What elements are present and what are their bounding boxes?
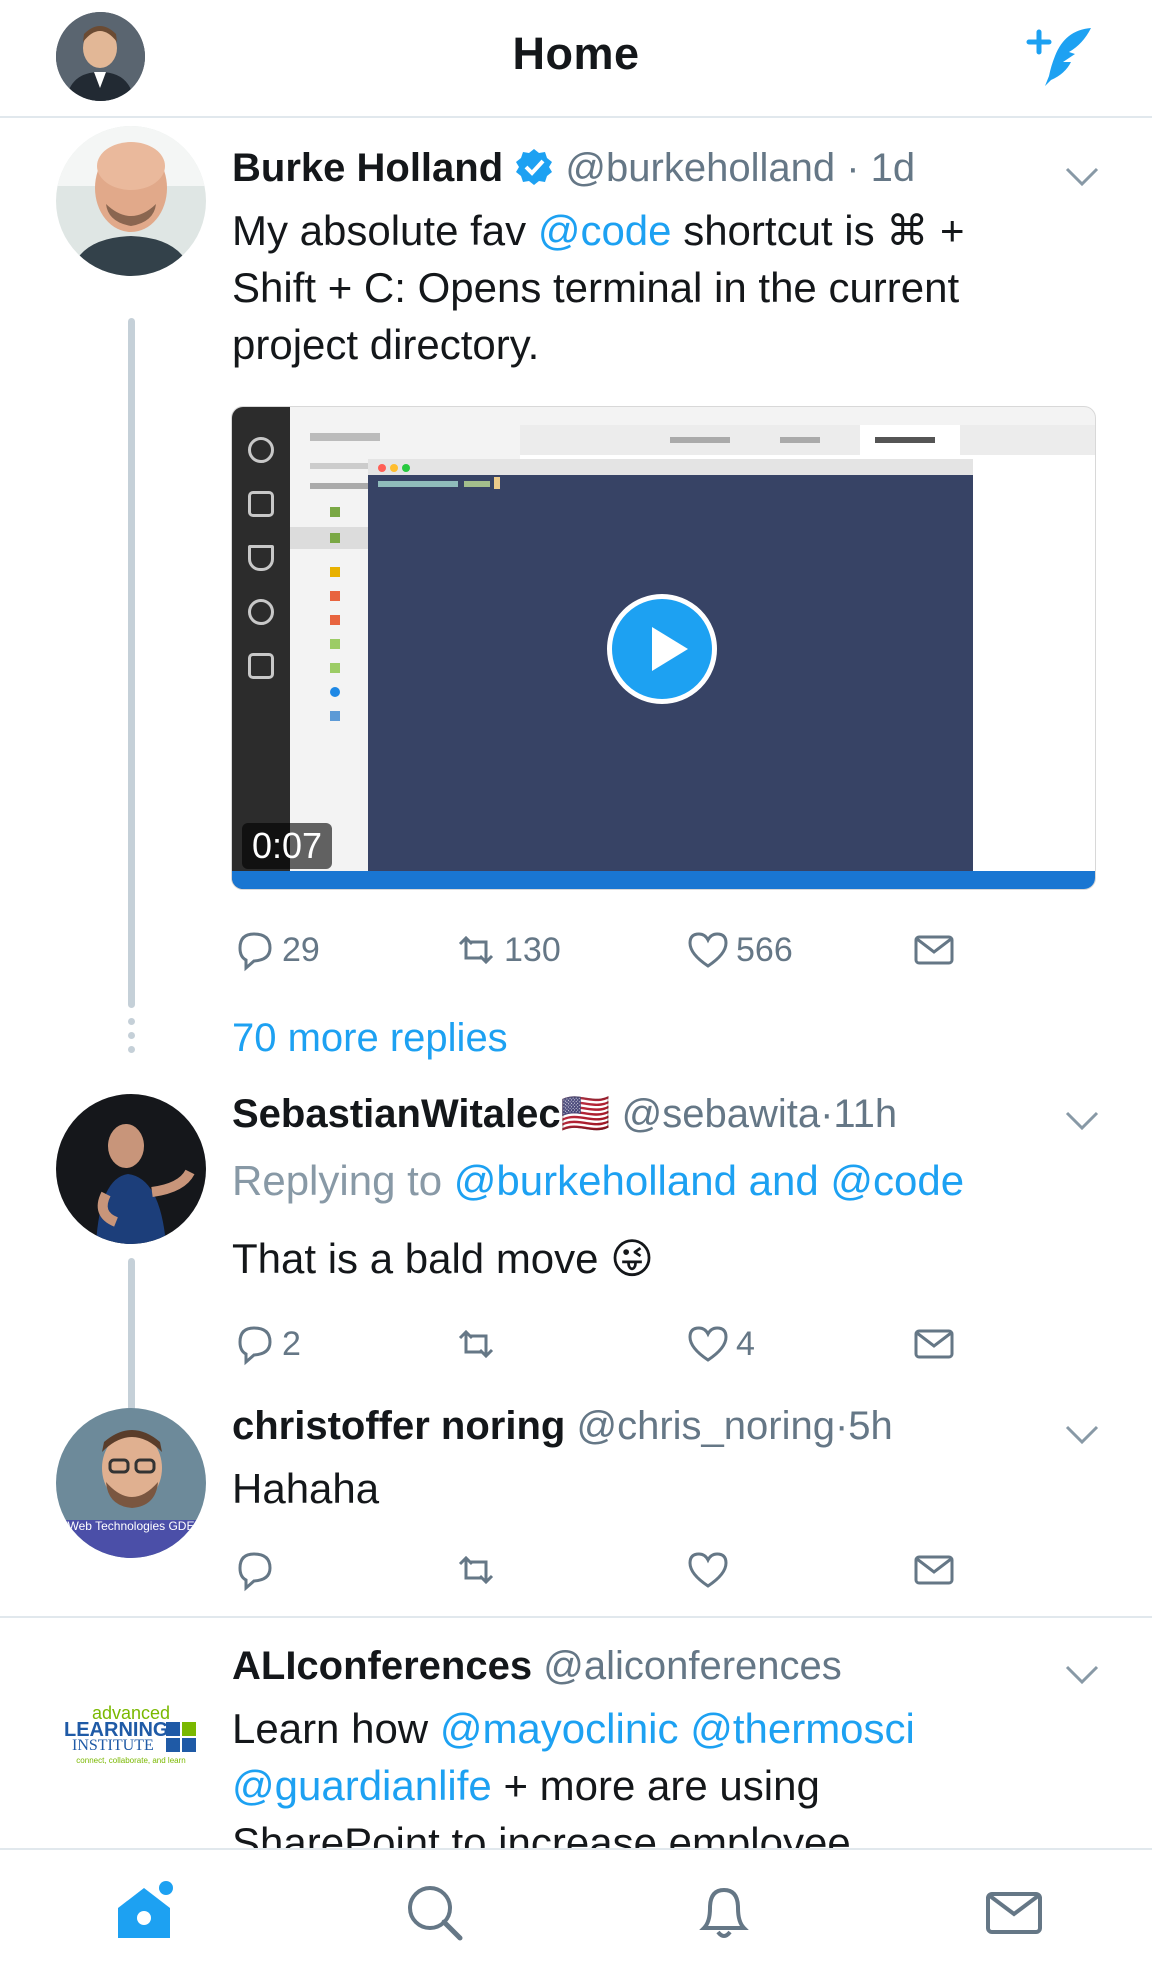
- like-button[interactable]: 4: [686, 1320, 755, 1368]
- author-name[interactable]: Burke Holland: [232, 146, 503, 190]
- heart-icon: [688, 1552, 728, 1588]
- reply-button[interactable]: 29: [232, 926, 320, 974]
- author-name[interactable]: christoffer noring: [232, 1404, 565, 1448]
- search-icon[interactable]: [402, 1880, 466, 1944]
- heart-icon: [688, 1326, 728, 1362]
- reply-button[interactable]: [232, 1546, 282, 1594]
- top-header: Home: [0, 0, 1152, 118]
- tweet-text: Hahaha: [232, 1465, 380, 1512]
- author-handle[interactable]: @sebawita: [622, 1092, 820, 1136]
- bottom-tab-bar: [0, 1848, 1152, 1988]
- avatar-christoffer-noring[interactable]: Web Technologies GDE: [56, 1408, 206, 1558]
- verified-badge-icon: [516, 149, 553, 185]
- avatar-burke-holland[interactable]: [56, 126, 206, 276]
- like-button[interactable]: [686, 1546, 736, 1594]
- heart-icon: [688, 932, 728, 968]
- like-button[interactable]: 566: [686, 926, 793, 974]
- reply-icon: [238, 932, 272, 972]
- separator-dot: ·: [820, 1092, 834, 1136]
- reply-button[interactable]: 2: [232, 1320, 301, 1368]
- mention-link[interactable]: @code: [538, 207, 672, 254]
- mention-link[interactable]: @guardianlife: [232, 1762, 492, 1809]
- mention-link[interactable]: @thermosci: [690, 1705, 915, 1752]
- play-icon[interactable]: [607, 594, 717, 704]
- tweet-header: ALIconferences @aliconferences: [232, 1644, 842, 1689]
- tweet-actions: 29 130 566: [232, 926, 992, 974]
- home-icon[interactable]: [112, 1880, 176, 1944]
- share-button[interactable]: [912, 1320, 962, 1368]
- messages-icon[interactable]: [982, 1880, 1046, 1944]
- reply-icon: [238, 1552, 272, 1592]
- avatar-sebastian-witalec[interactable]: [56, 1094, 206, 1244]
- tweet-actions: [232, 1546, 992, 1594]
- video-preview[interactable]: 0:07: [231, 406, 1096, 890]
- retweet-count: 130: [504, 930, 561, 969]
- author-handle[interactable]: @chris_noring: [576, 1404, 835, 1448]
- reply-icon: [238, 1326, 272, 1366]
- chevron-down-icon[interactable]: [1064, 1424, 1100, 1446]
- reply-count: 29: [282, 930, 320, 969]
- reply-count: 2: [282, 1324, 301, 1363]
- tweet-header: Burke Holland @burkeholland · 1d: [232, 146, 915, 191]
- timeline[interactable]: Burke Holland @burkeholland · 1d My abso…: [0, 118, 1152, 1848]
- separator-dot: ·: [846, 146, 860, 190]
- replying-to-link[interactable]: @burkeholland and @code: [454, 1157, 964, 1204]
- retweet-button[interactable]: 130: [454, 926, 561, 974]
- chevron-down-icon[interactable]: [1064, 166, 1100, 188]
- tweet-divider: [0, 1616, 1152, 1618]
- tweet-header: SebastianWitalec🇺🇸 @sebawita·11h: [232, 1090, 897, 1137]
- envelope-icon: [914, 935, 954, 965]
- like-count: 4: [736, 1324, 755, 1363]
- tweet-text: That is a bald move 😜: [232, 1235, 654, 1282]
- envelope-icon: [914, 1555, 954, 1585]
- compose-tweet-icon[interactable]: [1025, 24, 1097, 90]
- author-handle[interactable]: @aliconferences: [543, 1644, 842, 1688]
- envelope-icon: [914, 1329, 954, 1359]
- editor-statusbar: [232, 871, 1095, 889]
- avatar-aliconferences[interactable]: advanced LEARNING INSTITUTE connect, col…: [56, 1664, 206, 1814]
- retweet-icon: [458, 1329, 494, 1359]
- share-button[interactable]: [912, 1546, 962, 1594]
- chevron-down-icon[interactable]: [1064, 1664, 1100, 1686]
- notifications-icon[interactable]: [692, 1880, 756, 1944]
- retweet-button[interactable]: [454, 1546, 504, 1594]
- mention-link[interactable]: @mayoclinic: [440, 1705, 679, 1752]
- tweet-actions: 2 4: [232, 1320, 992, 1368]
- tweet-text: My absolute fav @code shortcut is ⌘ + Sh…: [232, 207, 965, 368]
- share-button[interactable]: [912, 926, 962, 974]
- replying-to: Replying to @burkeholland and @code: [232, 1157, 965, 1204]
- video-duration: 0:07: [242, 823, 333, 869]
- author-handle[interactable]: @burkeholland: [565, 146, 835, 190]
- page-title: Home: [512, 28, 640, 79]
- like-count: 566: [736, 930, 793, 969]
- author-name[interactable]: ALIconferences: [232, 1644, 532, 1688]
- retweet-button[interactable]: [454, 1320, 504, 1368]
- editor-tabs: [520, 425, 1095, 455]
- more-replies-link[interactable]: 70 more replies: [232, 1016, 508, 1061]
- separator-dot: ·: [834, 1404, 849, 1448]
- retweet-icon: [458, 1555, 494, 1585]
- author-name[interactable]: SebastianWitalec🇺🇸: [232, 1092, 610, 1136]
- tweet-text: Learn how @mayoclinic @thermosci @guardi…: [232, 1705, 915, 1848]
- tweet-header: christoffer noring @chris_noring·5h: [232, 1404, 893, 1449]
- retweet-icon: [458, 935, 494, 965]
- tweet-time: 11h: [833, 1092, 898, 1136]
- tweet-time: 1d: [870, 146, 916, 190]
- chevron-down-icon[interactable]: [1064, 1110, 1100, 1132]
- avatar-badge: Web Technologies GDE: [67, 1519, 195, 1533]
- editor-activity-bar: [232, 407, 290, 889]
- tweet-time: 5h: [848, 1404, 893, 1448]
- thread-line: [128, 318, 135, 1008]
